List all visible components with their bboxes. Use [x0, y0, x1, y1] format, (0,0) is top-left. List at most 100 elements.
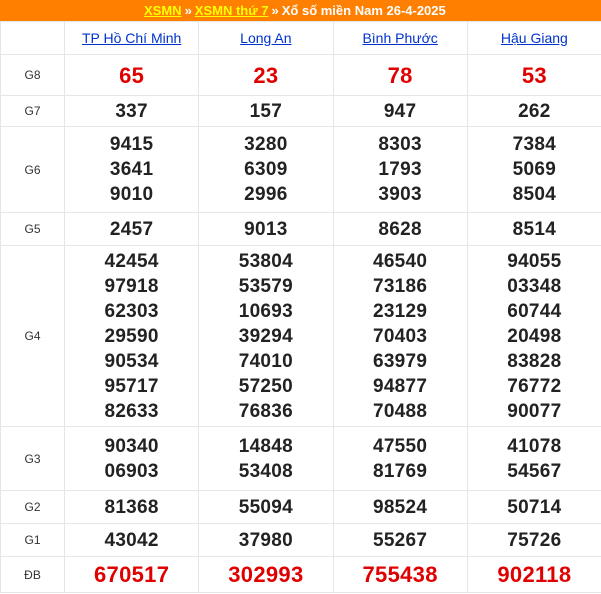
prize-cell: 65 — [63, 54, 200, 96]
prize-cell: 55267 — [332, 523, 468, 557]
prize-number: 2996 — [244, 184, 288, 205]
prize-number: 5069 — [512, 159, 557, 180]
prize-cell: 902118 — [466, 556, 601, 593]
province-header: TP Hồ Chí Minh — [63, 21, 200, 55]
prize-number: 53 — [521, 62, 547, 88]
prize-number: 76772 — [507, 375, 562, 397]
prize-number: 10693 — [238, 300, 294, 322]
prize-cell: 46540 73186 23129 70403 63979 94877 70488 — [332, 245, 468, 427]
prize-row-g4: G4 42454 97918 62303 29590 90534 95717 82633 538… — [0, 245, 601, 427]
prize-cell: 7384 5069 8504 — [466, 126, 601, 213]
prize-number: 81769 — [372, 460, 428, 482]
prize-cell: 157 — [198, 95, 334, 127]
breadcrumb-link-xsmn-thu-7[interactable]: XSMN thứ 7 — [195, 3, 269, 18]
prize-row-g5: G5 2457 9013 8628 8514 — [0, 212, 601, 246]
province-link-hau-giang[interactable]: Hậu Giang — [501, 30, 568, 46]
province-link-tp-ho-chi-minh[interactable]: TP Hồ Chí Minh — [82, 30, 181, 46]
prize-number: 9013 — [244, 218, 288, 240]
prize-number: 20498 — [507, 325, 562, 347]
prize-cell: 23 — [198, 54, 334, 96]
prize-cell: 55094 — [198, 490, 334, 524]
prize-row-db: ĐB 670517 302993 755438 902118 — [0, 556, 601, 593]
prize-number: 6309 — [244, 159, 288, 180]
prize-row-g7: G7 337 157 947 262 — [0, 95, 601, 127]
prize-cell: 2457 — [63, 212, 200, 246]
prize-number: 41078 — [507, 435, 562, 457]
prize-cell: 78 — [332, 54, 468, 96]
prize-row-g1: G1 43042 37980 55267 75726 — [0, 523, 601, 557]
prize-number: 63979 — [372, 350, 428, 372]
prize-number: 7384 — [512, 134, 557, 155]
prize-number: 65 — [119, 62, 145, 88]
prize-cell: 9415 3641 9010 — [63, 126, 200, 213]
prize-number: 9010 — [109, 184, 154, 205]
prize-label: G6 — [0, 126, 65, 213]
prize-number: 39294 — [238, 325, 294, 347]
prize-number: 8514 — [512, 218, 557, 240]
prize-label: G4 — [0, 245, 65, 427]
prize-number: 157 — [249, 100, 283, 122]
prize-number: 947 — [383, 100, 417, 122]
prize-cell: 43042 — [63, 523, 200, 557]
prize-number: 262 — [518, 100, 551, 122]
prize-number: 06903 — [104, 460, 159, 482]
province-header: Bình Phước — [332, 21, 468, 55]
prize-label: G5 — [0, 212, 65, 246]
prize-row-g3: G3 90340 06903 14848 53408 47550 81769 41078 545… — [0, 426, 601, 491]
prize-number: 53804 — [238, 250, 294, 272]
prize-cell: 41078 54567 — [466, 426, 601, 491]
province-header: Long An — [198, 21, 334, 55]
prize-number: 902118 — [497, 562, 572, 587]
prize-cell: 90340 06903 — [63, 426, 200, 491]
prize-cell: 9013 — [198, 212, 334, 246]
prize-number: 62303 — [104, 300, 159, 322]
breadcrumb-link-xsmn[interactable]: XSMN — [144, 3, 182, 18]
prize-cell: 81368 — [63, 490, 200, 524]
breadcrumb-separator: » — [271, 3, 279, 18]
prize-number: 43042 — [104, 529, 159, 551]
prize-number: 98524 — [372, 496, 428, 518]
prize-cell: 337 — [63, 95, 200, 127]
prize-number: 75726 — [507, 529, 562, 551]
prize-row-g8: G8 65 23 78 53 — [0, 54, 601, 96]
prize-cell: 8303 1793 3903 — [332, 126, 468, 213]
province-link-binh-phuoc[interactable]: Bình Phước — [362, 30, 437, 46]
prize-label: G7 — [0, 95, 65, 127]
prize-number: 23 — [253, 62, 279, 88]
prize-cell: 8628 — [332, 212, 468, 246]
prize-cell: 262 — [466, 95, 601, 127]
prize-number: 90534 — [104, 350, 159, 372]
prize-number: 55094 — [238, 496, 294, 518]
prize-cell: 670517 — [63, 556, 200, 593]
breadcrumb-separator: » — [184, 3, 192, 18]
prize-cell: 53804 53579 10693 39294 74010 57250 76836 — [198, 245, 334, 427]
prize-number: 3903 — [378, 184, 422, 205]
prize-label: G2 — [0, 490, 65, 524]
prize-number: 53579 — [238, 275, 294, 297]
prize-cell: 47550 81769 — [332, 426, 468, 491]
prize-number: 55267 — [372, 529, 428, 551]
prize-cell: 947 — [332, 95, 468, 127]
prize-label: ĐB — [0, 556, 65, 593]
prize-number: 337 — [115, 100, 148, 122]
prize-number: 755438 — [362, 562, 438, 587]
prize-number: 2457 — [109, 218, 154, 240]
prize-number: 47550 — [372, 435, 428, 457]
prize-number: 46540 — [372, 250, 428, 272]
prize-number: 23129 — [372, 300, 428, 322]
prize-number: 3641 — [109, 159, 154, 180]
prize-number: 90340 — [104, 435, 159, 457]
prize-row-g6: G6 9415 3641 9010 3280 6309 2996 8303 1793 3903 73… — [0, 126, 601, 213]
prize-number: 70488 — [372, 400, 428, 422]
prize-label: G8 — [0, 54, 65, 96]
prize-cell: 755438 — [332, 556, 468, 593]
prize-cell: 75726 — [466, 523, 601, 557]
province-link-long-an[interactable]: Long An — [240, 30, 291, 46]
prize-cell: 50714 — [466, 490, 601, 524]
prize-number: 42454 — [104, 250, 159, 272]
prize-row-g2: G2 81368 55094 98524 50714 — [0, 490, 601, 524]
prize-number: 81368 — [104, 496, 159, 518]
prize-number: 57250 — [238, 375, 294, 397]
prize-number: 95717 — [104, 375, 159, 397]
page-title: Xổ số miền Nam 26-4-2025 — [281, 3, 446, 18]
